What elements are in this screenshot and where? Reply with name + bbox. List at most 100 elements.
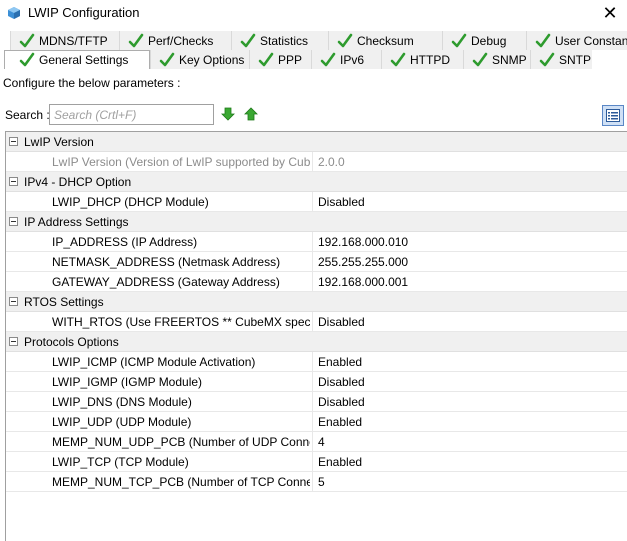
column-separator xyxy=(312,472,313,492)
parameter-row[interactable]: LwIP Version (Version of LwIP supported … xyxy=(6,152,627,172)
checkmark-icon xyxy=(240,33,256,47)
checkmark-icon xyxy=(128,33,144,47)
parameter-name: LWIP_DNS (DNS Module) xyxy=(52,395,192,409)
column-separator xyxy=(312,412,313,432)
column-separator xyxy=(312,252,313,272)
tab-mdns-tftp[interactable]: MDNS/TFTP xyxy=(10,31,119,50)
tab-statistics[interactable]: Statistics xyxy=(231,31,328,50)
checkmark-icon xyxy=(320,52,336,66)
tab-debug[interactable]: Debug xyxy=(442,31,526,50)
parameter-name: GATEWAY_ADDRESS (Gateway Address) xyxy=(52,275,280,289)
tab-key-options[interactable]: Key Options xyxy=(150,50,249,69)
collapse-minus-icon[interactable] xyxy=(9,297,18,306)
group-row[interactable]: IPv4 - DHCP Option xyxy=(6,172,627,192)
group-label: IPv4 - DHCP Option xyxy=(24,175,132,189)
tab-label: Key Options xyxy=(179,52,245,67)
group-row[interactable]: IP Address Settings xyxy=(6,212,627,232)
parameter-value[interactable]: Disabled xyxy=(318,315,365,329)
tab-label: SNMP xyxy=(492,52,527,67)
group-row[interactable]: LwIP Version xyxy=(6,132,627,152)
tab-snmp[interactable]: SNMP xyxy=(463,50,530,69)
parameter-row[interactable]: NETMASK_ADDRESS (Netmask Address) 255.255… xyxy=(6,252,627,272)
parameter-value[interactable]: 192.168.000.001 xyxy=(318,275,408,289)
parameter-row[interactable]: WITH_RTOS (Use FREERTOS ** CubeMX specif… xyxy=(6,312,627,332)
parameter-value[interactable]: 4 xyxy=(318,435,325,449)
parameter-value: 2.0.0 xyxy=(318,155,345,169)
parameter-row[interactable]: LWIP_TCP (TCP Module) Enabled xyxy=(6,452,627,472)
column-separator xyxy=(312,392,313,412)
tab-checksum[interactable]: Checksum xyxy=(328,31,442,50)
column-separator xyxy=(312,452,313,472)
parameter-name: LWIP_UDP (UDP Module) xyxy=(52,415,192,429)
collapse-minus-icon[interactable] xyxy=(9,137,18,146)
parameter-value[interactable]: 255.255.255.000 xyxy=(318,255,408,269)
collapse-minus-icon[interactable] xyxy=(9,337,18,346)
parameter-value[interactable]: Enabled xyxy=(318,355,362,369)
tab-label: Checksum xyxy=(357,33,414,48)
parameter-row[interactable]: LWIP_DNS (DNS Module) Disabled xyxy=(6,392,627,412)
configure-instruction: Configure the below parameters : xyxy=(3,76,181,90)
parameter-value[interactable]: 5 xyxy=(318,475,325,489)
close-button[interactable]: ✕ xyxy=(593,0,627,26)
parameter-value[interactable]: Enabled xyxy=(318,415,362,429)
app-cube-icon xyxy=(8,7,20,19)
parameter-row[interactable]: MEMP_NUM_UDP_PCB (Number of UDP Connecti… xyxy=(6,432,627,452)
list-view-toggle-button[interactable] xyxy=(602,105,624,126)
parameter-name: LWIP_ICMP (ICMP Module Activation) xyxy=(52,355,256,369)
lwip-configuration-window: LWIP Configuration ✕ MDNS/TFTP Perf/Check… xyxy=(0,0,627,541)
parameter-value[interactable]: 192.168.000.010 xyxy=(318,235,408,249)
tab-user-constants[interactable]: User Constants xyxy=(526,31,627,50)
tab-sntp[interactable]: SNTP xyxy=(530,50,592,69)
tab-label: PPP xyxy=(278,52,303,67)
checkmark-icon xyxy=(258,52,274,66)
tab-label: Statistics xyxy=(260,33,309,48)
parameter-value[interactable]: Disabled xyxy=(318,375,365,389)
parameter-row[interactable]: GATEWAY_ADDRESS (Gateway Address) 192.168… xyxy=(6,272,627,292)
column-separator xyxy=(312,372,313,392)
search-next-down-arrow-icon[interactable] xyxy=(220,106,236,122)
group-row[interactable]: RTOS Settings xyxy=(6,292,627,312)
parameter-row[interactable]: LWIP_ICMP (ICMP Module Activation) Enable… xyxy=(6,352,627,372)
group-label: RTOS Settings xyxy=(24,295,104,309)
tab-general-settings[interactable]: General Settings xyxy=(4,50,150,69)
parameter-name: LWIP_IGMP (IGMP Module) xyxy=(52,375,203,389)
checkmark-icon xyxy=(19,52,35,67)
tab-row-front: General Settings Key Options PPP IPv6 HTTPD S… xyxy=(4,50,592,69)
tab-label: Debug xyxy=(471,33,507,48)
group-row[interactable]: Protocols Options xyxy=(6,332,627,352)
checkmark-icon xyxy=(19,33,35,47)
parameter-row[interactable]: LWIP_IGMP (IGMP Module) Disabled xyxy=(6,372,627,392)
list-view-icon xyxy=(606,109,620,122)
collapse-minus-icon[interactable] xyxy=(9,217,18,226)
close-icon: ✕ xyxy=(602,2,618,23)
parameter-row[interactable]: MEMP_NUM_TCP_PCB (Number of TCP Connecti… xyxy=(6,472,627,492)
parameter-row[interactable]: LWIP_DHCP (DHCP Module) Disabled xyxy=(6,192,627,212)
column-separator xyxy=(312,432,313,452)
parameter-value[interactable]: Disabled xyxy=(318,195,365,209)
tab-ppp[interactable]: PPP xyxy=(249,50,311,69)
parameter-row[interactable]: LWIP_UDP (UDP Module) Enabled xyxy=(6,412,627,432)
checkmark-icon xyxy=(337,33,353,47)
parameter-name: MEMP_NUM_UDP_PCB (Number of UDP Connecti… xyxy=(52,435,310,449)
tab-label: General Settings xyxy=(39,53,129,67)
tab-ipv6[interactable]: IPv6 xyxy=(311,50,381,69)
checkmark-icon xyxy=(390,52,406,66)
tab-label: User Constants xyxy=(555,33,627,48)
checkmark-icon xyxy=(535,33,551,47)
parameter-value[interactable]: Disabled xyxy=(318,395,365,409)
parameter-value[interactable]: Enabled xyxy=(318,455,362,469)
tab-httpd[interactable]: HTTPD xyxy=(381,50,463,69)
tab-strip: MDNS/TFTP Perf/Checks Statistics Checksum De… xyxy=(0,31,627,71)
search-previous-up-arrow-icon[interactable] xyxy=(243,106,259,122)
tab-label: IPv6 xyxy=(340,52,365,67)
window-title: LWIP Configuration xyxy=(28,5,140,20)
tab-perf-checks[interactable]: Perf/Checks xyxy=(119,31,231,50)
tab-label: HTTPD xyxy=(410,52,450,67)
collapse-minus-icon[interactable] xyxy=(9,177,18,186)
column-separator xyxy=(312,192,313,212)
parameter-row[interactable]: IP_ADDRESS (IP Address) 192.168.000.010 xyxy=(6,232,627,252)
column-separator xyxy=(312,312,313,332)
search-input[interactable] xyxy=(49,104,214,125)
group-label: LwIP Version xyxy=(24,135,94,149)
checkmark-icon xyxy=(451,33,467,47)
